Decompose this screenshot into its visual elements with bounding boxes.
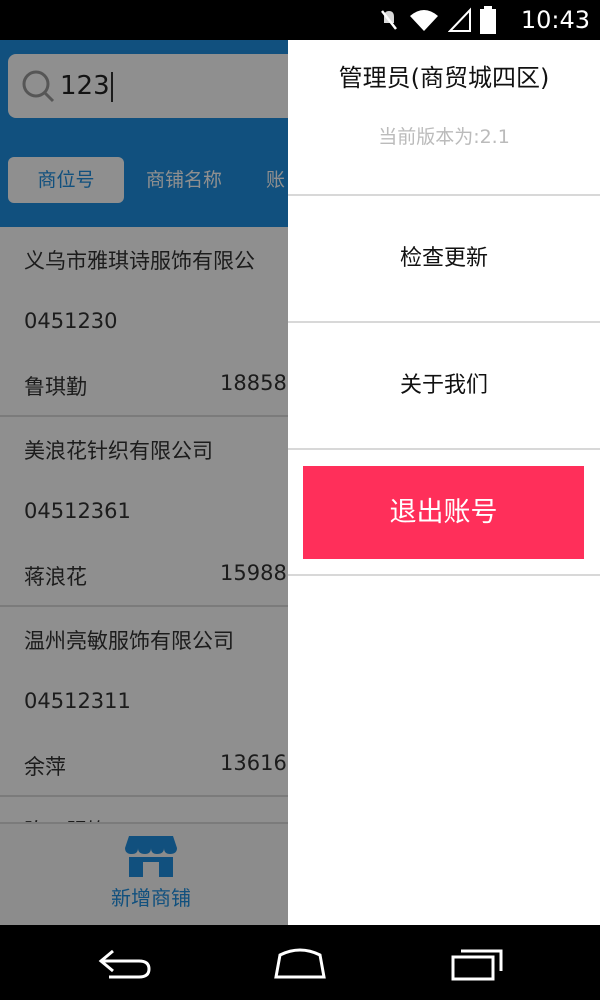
- status-time: 10:43: [520, 6, 590, 34]
- system-nav-bar: [0, 925, 600, 1000]
- signal-icon: [448, 7, 471, 32]
- home-icon[interactable]: [270, 941, 330, 985]
- muted-icon: [381, 10, 397, 30]
- battery-icon: [480, 6, 496, 34]
- app-content: 123 商位号 商铺名称 账 义乌市雅琪诗服饰有限公 0451230 鲁琪勤 1…: [0, 40, 600, 925]
- logout-button[interactable]: 退出账号: [303, 466, 584, 559]
- version-text: 当前版本为:2.1: [378, 126, 510, 148]
- back-icon[interactable]: [95, 941, 155, 985]
- status-bar: 10:43: [0, 0, 600, 40]
- wifi-icon: [410, 10, 438, 31]
- divider: [288, 574, 600, 576]
- side-drawer: 管理员(商贸城四区) 当前版本为:2.1 检查更新 关于我们 退出账号: [288, 40, 600, 925]
- check-update-button[interactable]: 检查更新: [288, 197, 600, 321]
- divider: [288, 321, 600, 323]
- user-title: 管理员(商贸城四区): [338, 64, 550, 92]
- divider: [288, 448, 600, 450]
- divider: [288, 194, 600, 196]
- recent-apps-icon[interactable]: [447, 941, 507, 985]
- status-icons: [378, 6, 496, 34]
- about-us-button[interactable]: 关于我们: [288, 324, 600, 448]
